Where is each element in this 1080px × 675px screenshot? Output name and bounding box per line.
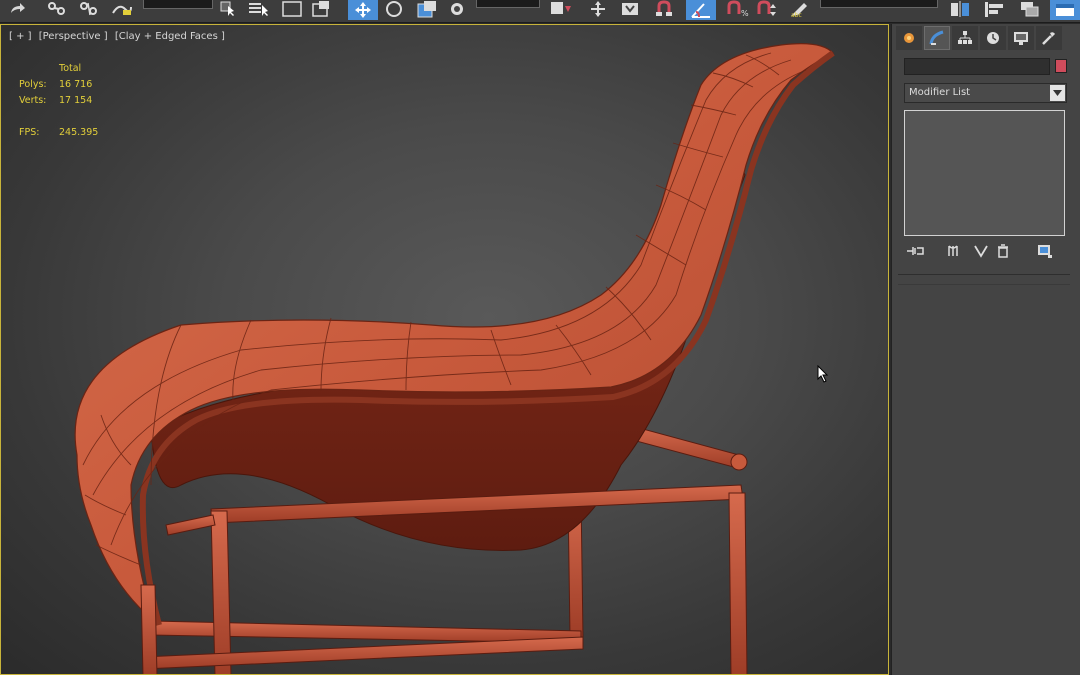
create-tab-icon[interactable]: [896, 26, 922, 50]
unlink-icon[interactable]: [78, 0, 100, 18]
chevron-down-icon[interactable]: [1050, 85, 1065, 101]
select-move-icon[interactable]: [348, 0, 378, 20]
modifier-list-dropdown[interactable]: Modifier List: [904, 83, 1067, 103]
manipulate-icon[interactable]: [585, 0, 611, 18]
modifier-stack-toolbar: [904, 242, 1067, 262]
perspective-viewport[interactable]: [ + ] [Perspective ] [Clay + Edged Faces…: [0, 24, 889, 675]
svg-text:abc: abc: [791, 12, 802, 18]
bind-spacewarp-icon[interactable]: [110, 0, 134, 18]
mirror-icon[interactable]: [946, 0, 974, 18]
display-tab-icon[interactable]: [1008, 26, 1034, 50]
show-end-result-icon[interactable]: [942, 242, 964, 260]
main-toolbar: % abc: [0, 0, 1080, 23]
modifier-list-label: Modifier List: [909, 87, 971, 98]
layer-explorer-icon[interactable]: [1016, 0, 1044, 18]
align-icon[interactable]: [980, 0, 1008, 18]
select-link-icon[interactable]: [46, 0, 68, 18]
select-by-name-icon[interactable]: [247, 0, 271, 18]
configure-modifier-sets-icon[interactable]: [1034, 242, 1056, 260]
toggle-ribbon-icon[interactable]: [1050, 0, 1080, 20]
modify-tab-icon[interactable]: [924, 26, 950, 50]
reference-coord-dropdown[interactable]: [476, 0, 540, 8]
snaps-toggle-icon[interactable]: [652, 0, 680, 18]
edit-named-selection-icon[interactable]: abc: [786, 0, 812, 18]
mouse-cursor: [817, 364, 829, 387]
command-panel-tabs: [892, 26, 1080, 52]
svg-text:%: %: [741, 9, 749, 18]
placement-icon[interactable]: [446, 0, 468, 18]
spinner-snap-icon[interactable]: [752, 0, 780, 18]
object-name-field[interactable]: [904, 58, 1050, 75]
select-scale-icon[interactable]: [414, 0, 440, 18]
redo-icon[interactable]: [6, 0, 28, 18]
keyboard-shortcut-icon[interactable]: [618, 0, 642, 18]
object-color-swatch[interactable]: [1055, 59, 1067, 73]
window-crossing-icon[interactable]: [310, 0, 334, 18]
panel-divider-2: [898, 284, 1070, 285]
percent-snap-icon[interactable]: %: [722, 0, 750, 18]
selection-filter-dropdown[interactable]: [143, 0, 213, 9]
panel-divider: [898, 274, 1070, 275]
hierarchy-tab-icon[interactable]: [952, 26, 978, 50]
select-rotate-icon[interactable]: [382, 0, 406, 18]
command-panel: Modifier List: [891, 24, 1080, 675]
modifier-stack-view[interactable]: [904, 110, 1065, 236]
chair-model[interactable]: [1, 25, 889, 675]
motion-tab-icon[interactable]: [980, 26, 1006, 50]
named-selection-dropdown[interactable]: [820, 0, 938, 8]
pin-stack-icon[interactable]: [904, 242, 926, 260]
utilities-tab-icon[interactable]: [1036, 26, 1062, 50]
make-unique-icon[interactable]: [970, 242, 992, 260]
rect-selection-icon[interactable]: [280, 0, 306, 18]
select-object-icon[interactable]: [218, 0, 238, 18]
angle-snap-icon[interactable]: [686, 0, 716, 20]
pivot-center-icon[interactable]: [547, 0, 575, 18]
remove-modifier-icon[interactable]: [992, 242, 1014, 260]
